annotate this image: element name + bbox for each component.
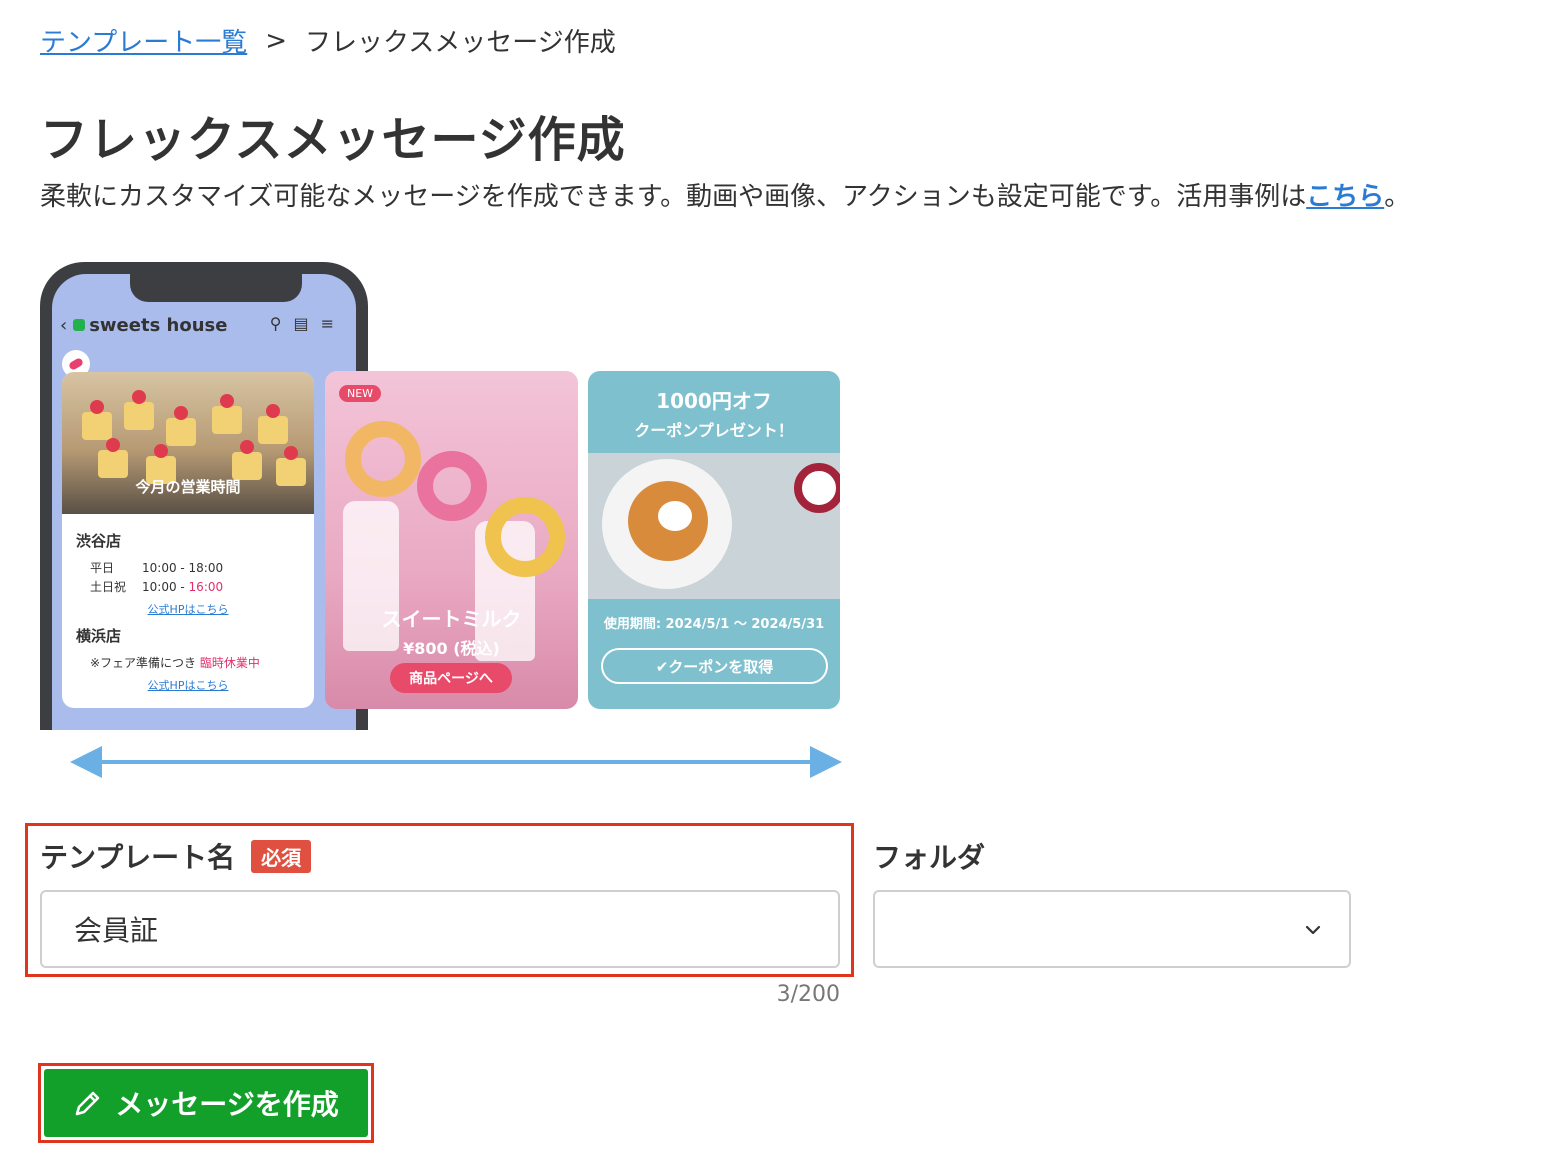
horizontal-scroll-arrow-icon (70, 746, 842, 778)
store-name-yokohama: 横浜店 (76, 627, 122, 645)
donut-image (417, 451, 487, 521)
get-coupon-button: ✔クーポンを取得 (601, 648, 828, 684)
new-badge: NEW (339, 385, 382, 402)
holiday-hours-end: 16:00 (188, 580, 224, 594)
official-site-link-yokohama: 公式HPはこちら (147, 679, 229, 692)
holiday-hours-start: 10:00 - (142, 580, 189, 594)
donut-image (345, 421, 421, 497)
chat-header: ‹ sweets house ⚲▤≡ (52, 310, 356, 340)
folder-label: フォルダ (873, 841, 986, 874)
character-count: 3/200 (776, 982, 840, 1007)
back-chevron-icon: ‹ (60, 314, 68, 336)
create-message-button[interactable]: メッセージを作成 (44, 1069, 368, 1137)
template-name-input[interactable] (40, 890, 840, 968)
holiday-label: 土日祝 (90, 580, 127, 594)
coupon-subtitle: クーポンプレゼント！ (634, 421, 794, 440)
breadcrumb-template-list-link[interactable]: テンプレート一覧 (40, 22, 247, 59)
donut-image (485, 497, 565, 577)
pancake-image (588, 453, 840, 599)
chat-header-icons: ⚲▤≡ (270, 314, 346, 333)
page-description: 柔軟にカスタマイズ可能なメッセージを作成できます。動画や画像、アクションも設定可… (40, 176, 1410, 213)
flex-message-preview: ‹ sweets house ⚲▤≡ 今月の営業時間 渋谷店 平日 10:00 … (40, 262, 850, 782)
official-site-link-shibuya: 公式HPはこちら (147, 603, 229, 616)
notes-icon: ▤ (293, 314, 321, 333)
page-title: フレックスメッセージ作成 (40, 112, 626, 168)
template-name-label-text: テンプレート名 (40, 841, 236, 874)
examples-link[interactable]: こちら (1306, 182, 1384, 212)
store-name-shibuya: 渋谷店 (76, 532, 122, 550)
chat-account-name: sweets house (89, 314, 228, 336)
phone-notch (130, 274, 302, 302)
notice-highlight: 臨時休業中 (199, 656, 260, 670)
breadcrumb-separator: > (265, 25, 288, 56)
breadcrumb: テンプレート一覧 > フレックスメッセージ作成 (40, 22, 616, 59)
breadcrumb-current: フレックスメッセージ作成 (305, 28, 616, 58)
search-icon: ⚲ (269, 314, 294, 333)
carousel-card-product: NEW スイートミルク ¥800 (税込) 商品ページへ (325, 371, 578, 709)
notice-text: ※フェア準備につき (90, 656, 200, 670)
chevron-down-icon (1305, 925, 1321, 935)
folder-select[interactable] (873, 890, 1351, 968)
pencil-icon (75, 1091, 100, 1116)
template-name-label: テンプレート名 必須 (40, 836, 312, 876)
coupon-period: 使用期間: 2024/5/1 ～ 2024/5/31 (603, 617, 825, 632)
product-price: ¥800 (税込) (403, 639, 500, 658)
create-message-label: メッセージを作成 (115, 1088, 339, 1121)
carousel-card-coupon: 1000円オフ クーポンプレゼント！ 使用期間: 2024/5/1 ～ 2024… (588, 371, 840, 709)
product-page-button: 商品ページへ (390, 663, 512, 693)
hours-caption: 今月の営業時間 (135, 478, 241, 496)
description-text: 柔軟にカスタマイズ可能なメッセージを作成できます。動画や画像、アクションも設定可… (40, 182, 1307, 212)
holiday-hours: 10:00 - 16:00 (142, 578, 223, 597)
weekday-label: 平日 (90, 561, 115, 575)
yokohama-notice: ※フェア準備につき 臨時休業中 (90, 654, 300, 673)
verified-badge-icon (73, 319, 86, 331)
required-badge: 必須 (251, 839, 312, 873)
cakes-image: 今月の営業時間 (62, 372, 314, 514)
menu-icon: ≡ (320, 314, 346, 333)
hours-row-holiday: 土日祝 10:00 - 16:00 (90, 578, 300, 597)
weekday-hours: 10:00 - 18:00 (142, 561, 224, 575)
carousel-card-hours: 今月の営業時間 渋谷店 平日 10:00 - 18:00 土日祝 10:00 -… (62, 372, 314, 708)
product-title: スイートミルク (381, 607, 522, 631)
coupon-title: 1000円オフ (656, 389, 772, 413)
hours-body: 渋谷店 平日 10:00 - 18:00 土日祝 10:00 - 16:00 公… (62, 514, 314, 708)
hours-row-weekday: 平日 10:00 - 18:00 (90, 559, 300, 578)
description-period: 。 (1384, 182, 1411, 212)
